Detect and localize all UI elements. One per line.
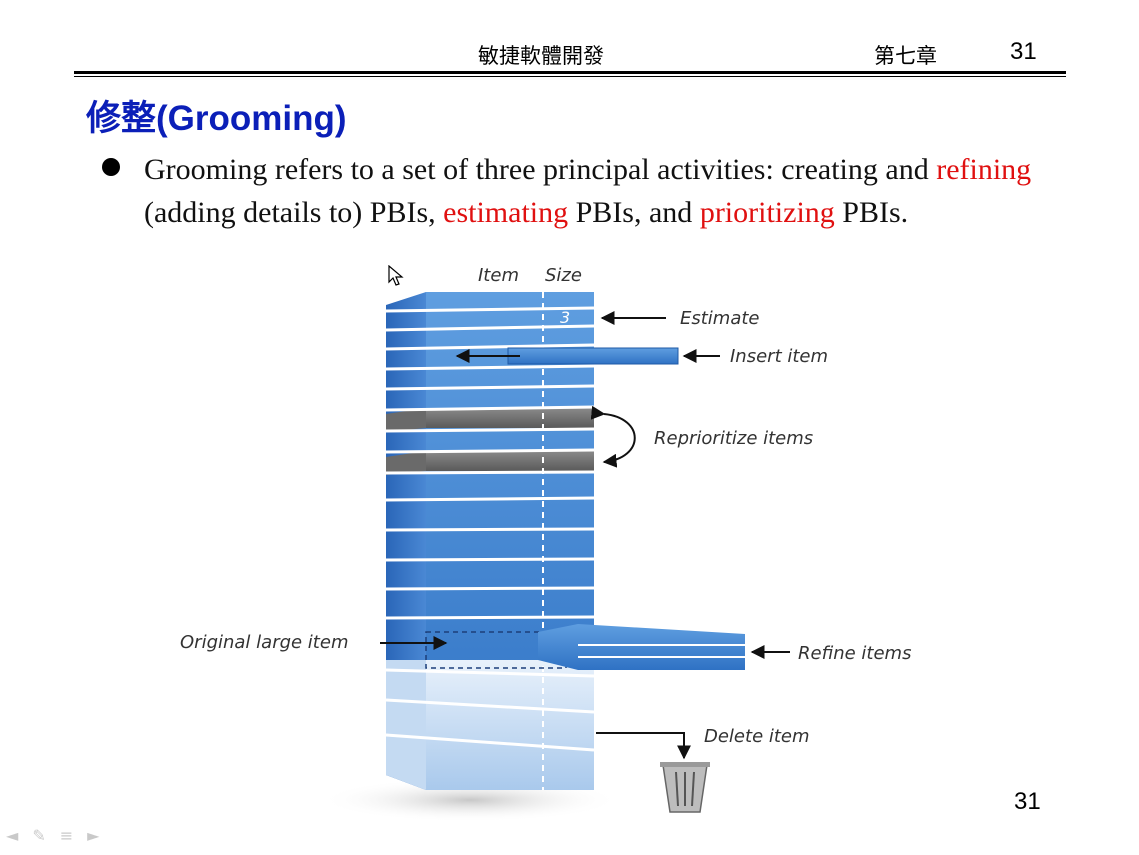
pen-icon[interactable]: ✎ — [32, 826, 45, 845]
highlight-prioritizing: prioritizing — [699, 196, 835, 229]
trash-can-icon — [660, 762, 710, 813]
label-estimate: Estimate — [680, 308, 760, 329]
chapter-label: 第七章 — [874, 44, 937, 68]
label-original-large-item: Original large item — [180, 632, 348, 653]
prev-icon[interactable]: ◄ — [6, 826, 18, 845]
grooming-figure: Item Size 3 Estimate Insert item Reprior… — [180, 265, 911, 822]
slide-title: 修整(Grooming) — [86, 99, 347, 138]
inserted-item-bar — [507, 347, 679, 365]
label-delete-item: Delete item — [704, 726, 810, 747]
label-refine-items: Refine items — [798, 643, 911, 664]
highlight-refining: refining — [936, 153, 1032, 186]
footer-page-number: 31 — [1014, 788, 1041, 815]
header-rule — [74, 71, 1066, 74]
column-header-item: Item — [478, 265, 519, 286]
slide-navigation: ◄ ✎ ≡ ► — [6, 826, 99, 845]
bullet-text: Grooming refers to a set of three princi… — [144, 153, 1032, 229]
header-slide-number: 31 — [1010, 38, 1037, 65]
label-insert-item: Insert item — [730, 346, 828, 367]
size-value: 3 — [560, 308, 570, 327]
label-reprioritize-items: Reprioritize items — [654, 428, 813, 449]
menu-icon[interactable]: ≡ — [60, 826, 73, 845]
column-header-size: Size — [545, 265, 582, 286]
next-icon[interactable]: ► — [87, 826, 99, 845]
bullet-dot — [102, 158, 120, 176]
refined-items — [538, 624, 745, 670]
highlight-estimating: estimating — [443, 196, 569, 229]
header-rule-thin — [74, 76, 1066, 77]
product-backlog-stack — [385, 292, 595, 790]
course-title: 敏捷軟體開發 — [478, 44, 604, 68]
